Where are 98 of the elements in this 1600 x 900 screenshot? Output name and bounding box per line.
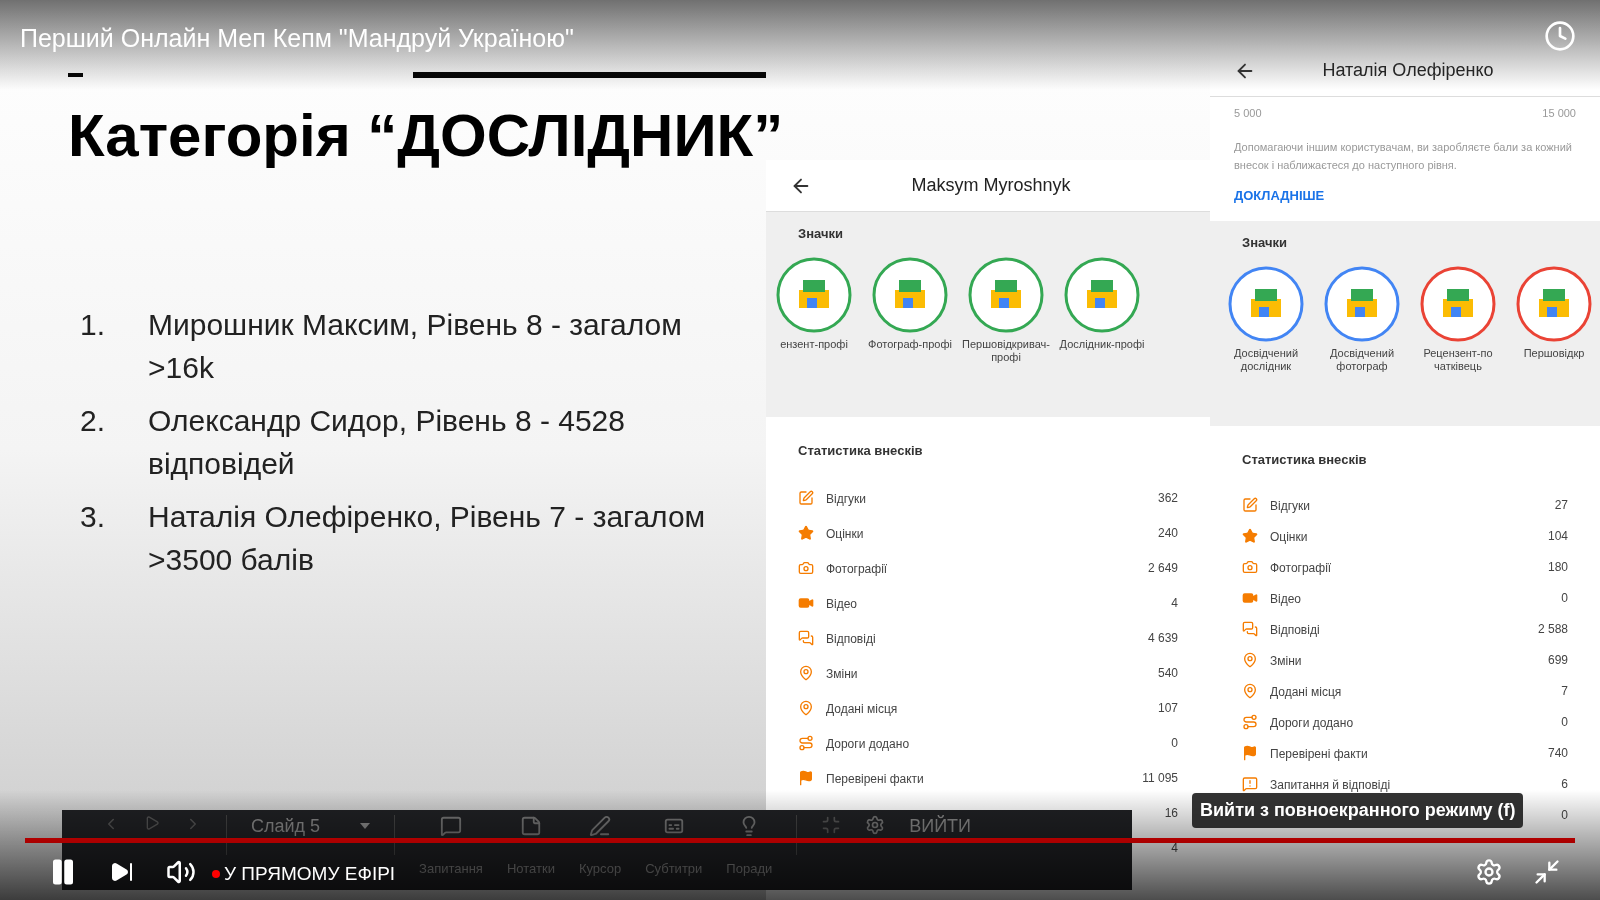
stat-value: 180 bbox=[1547, 559, 1568, 576]
video-icon bbox=[798, 595, 814, 611]
review-icon bbox=[798, 490, 814, 506]
badge-label: ензент-профі bbox=[780, 337, 848, 352]
stat-value: 4 639 bbox=[1147, 630, 1178, 647]
stat-value: 2 649 bbox=[1147, 560, 1178, 577]
flag-icon bbox=[1242, 745, 1258, 761]
exit-fullscreen-icon[interactable] bbox=[1533, 858, 1561, 886]
stat-label: Відгуки bbox=[1270, 499, 1310, 513]
tooltip: Вийти з повноекранного режиму (f) bbox=[1192, 793, 1524, 828]
stat-label: Оцінки bbox=[1270, 530, 1308, 544]
list-item-text: Наталія Олефіренко, Рівень 7 - загалом >3500 балів bbox=[148, 499, 707, 578]
camera-icon bbox=[1242, 559, 1258, 575]
more-link[interactable]: ДОКЛАДНІШЕ bbox=[1234, 185, 1576, 205]
next-video-icon[interactable] bbox=[110, 860, 134, 884]
chat-icon bbox=[440, 815, 462, 837]
pin-icon bbox=[798, 665, 814, 681]
stat-label: Зміни bbox=[826, 667, 858, 681]
stat-value: 27 bbox=[1554, 497, 1568, 514]
badge-label: Досвідчений дослідник bbox=[1232, 346, 1300, 374]
pen-icon bbox=[589, 815, 612, 837]
stat-value: 699 bbox=[1547, 652, 1568, 669]
stat-value: 11 095 bbox=[1142, 770, 1178, 787]
badge-label: Фотограф-профі bbox=[868, 337, 952, 352]
pin-icon bbox=[1242, 683, 1258, 699]
section-title: Значки bbox=[797, 225, 844, 243]
stat-value: 740 bbox=[1547, 745, 1568, 762]
list-number: 3. bbox=[79, 499, 107, 535]
stat-label: Перевірені факти bbox=[1270, 747, 1368, 761]
list-item-text: Мирошник Максим, Рівень 8 - загалом >16k bbox=[148, 307, 683, 386]
notes-icon bbox=[519, 815, 542, 837]
stat-value: 6 bbox=[1561, 776, 1568, 793]
stat-label: Зміни bbox=[1270, 654, 1302, 668]
stat-label: Фотографії bbox=[826, 562, 888, 576]
range-start: 5 000 bbox=[1234, 106, 1262, 121]
stat-value: 107 bbox=[1157, 700, 1178, 717]
stat-label: Відповіді bbox=[826, 632, 876, 646]
road-icon bbox=[798, 735, 814, 751]
star-icon bbox=[798, 525, 814, 541]
flag-icon bbox=[798, 770, 814, 786]
video-icon bbox=[1242, 590, 1258, 606]
badge-label: Першовідкривач-профі bbox=[961, 337, 1051, 365]
stat-value: 0 bbox=[1561, 590, 1568, 607]
stat-value: 2 588 bbox=[1537, 621, 1568, 638]
list-number: 2. bbox=[79, 403, 107, 439]
stat-value: 240 bbox=[1157, 525, 1178, 542]
review-icon bbox=[1242, 497, 1258, 513]
stat-label: Додані місця bbox=[826, 702, 898, 716]
section-title: Статистика внесків bbox=[798, 442, 924, 460]
list-item-text: Олександр Сидор, Рівень 8 - 4528 відповідей bbox=[148, 403, 626, 482]
slide-heading: Категорія “ДОСЛІДНИК” bbox=[68, 101, 784, 171]
question-icon bbox=[1242, 776, 1258, 792]
profile-name: Наталія Олефіренко bbox=[1321, 59, 1495, 82]
stat-value: 0 bbox=[1561, 714, 1568, 731]
video-title: Перший Онлайн Меп Кепм "Мандруй Україною" bbox=[20, 23, 574, 54]
stat-value: 4 bbox=[1171, 595, 1178, 612]
exit-button[interactable]: ВИЙТИ bbox=[909, 815, 972, 837]
stat-value: 4 bbox=[1171, 840, 1178, 857]
pin-icon bbox=[798, 700, 814, 716]
slide-selector[interactable]: Слайд 5 bbox=[251, 815, 371, 837]
chat-icon bbox=[798, 630, 814, 646]
road-icon bbox=[1242, 714, 1258, 730]
profile-name: Maksym Myroshnyk bbox=[910, 174, 1072, 197]
chat-icon bbox=[1242, 621, 1258, 637]
stat-value: 362 bbox=[1157, 490, 1178, 507]
stat-value: 540 bbox=[1157, 665, 1178, 682]
stat-label: Відповіді bbox=[1270, 623, 1320, 637]
settings-icon[interactable] bbox=[865, 815, 886, 835]
pin-icon bbox=[1242, 652, 1258, 668]
stat-label: Фотографії bbox=[1270, 561, 1332, 575]
section-title: Значки bbox=[1241, 234, 1288, 252]
caret-icon bbox=[360, 823, 371, 829]
stat-value: 7 bbox=[1561, 683, 1568, 700]
stat-label: Відео bbox=[1270, 592, 1302, 606]
stat-value: 0 bbox=[1561, 807, 1568, 824]
badge-label: Дослідник-профі bbox=[1059, 337, 1145, 352]
badge-label: Рецензент-по чатківець bbox=[1422, 346, 1494, 374]
stat-label: Відео bbox=[826, 597, 858, 611]
stat-label: Оцінки bbox=[826, 527, 864, 541]
badge-label: Досвідчений фотограф bbox=[1328, 346, 1396, 374]
camera-icon bbox=[798, 560, 814, 576]
stat-label: Перевірені факти bbox=[826, 772, 924, 786]
stat-value: 16 bbox=[1164, 805, 1178, 822]
star-icon bbox=[1242, 528, 1258, 544]
live-label: У ПРЯМОМУ ЕФІРІ bbox=[224, 862, 396, 886]
stat-value: 0 bbox=[1171, 735, 1178, 752]
badge-label: Першовідкр bbox=[1523, 346, 1585, 361]
stat-label: Відгуки bbox=[826, 492, 866, 506]
section-title: Статистика внесків bbox=[1242, 451, 1368, 469]
stat-label: Запитання й відповіді bbox=[1270, 778, 1391, 792]
stat-label: Дороги додано bbox=[1270, 716, 1354, 730]
stat-label: Додані місця bbox=[1270, 685, 1342, 699]
list-number: 1. bbox=[79, 307, 107, 343]
range-end: 15 000 bbox=[1542, 106, 1576, 121]
stat-label: Дороги додано bbox=[826, 737, 910, 751]
clock-icon[interactable] bbox=[1544, 20, 1576, 52]
stat-value: 104 bbox=[1547, 528, 1568, 545]
settings-icon[interactable] bbox=[1475, 858, 1503, 886]
